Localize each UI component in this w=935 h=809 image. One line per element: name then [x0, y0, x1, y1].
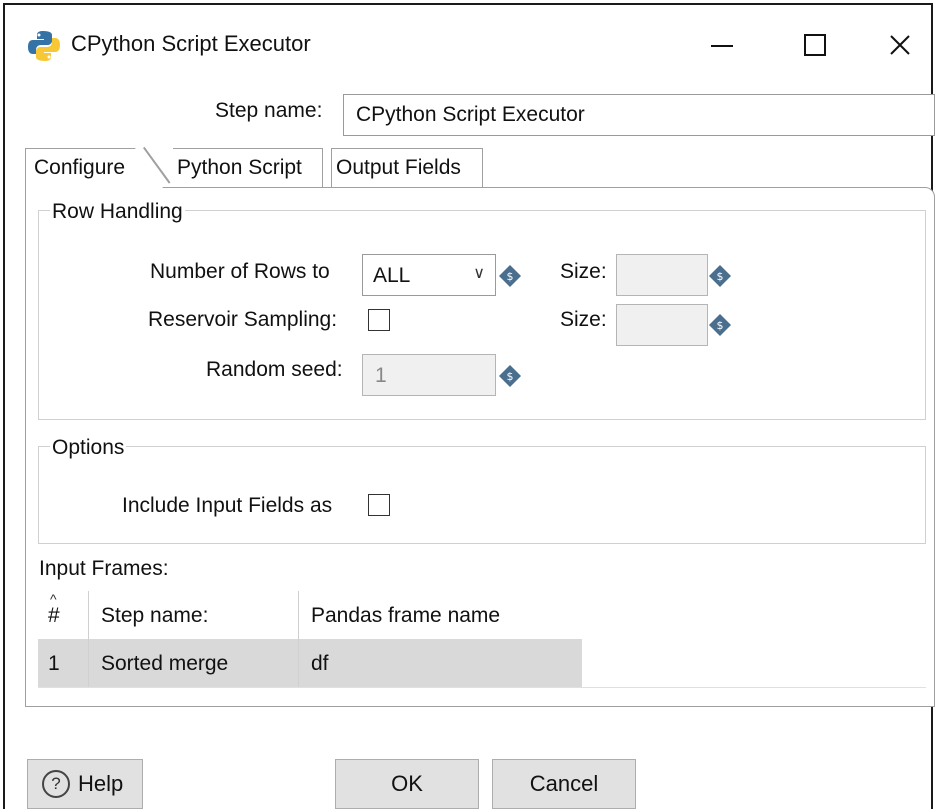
- input-frames-label: Input Frames:: [39, 557, 169, 580]
- size-input-2[interactable]: [616, 304, 708, 346]
- step-name-input[interactable]: CPython Script Executor: [343, 94, 935, 136]
- svg-text:$: $: [717, 270, 724, 283]
- title-bar[interactable]: CPython Script Executor: [5, 5, 931, 81]
- ok-button[interactable]: OK: [335, 759, 479, 809]
- size-label-2: Size:: [560, 308, 607, 331]
- options-legend: Options: [50, 436, 127, 460]
- column-header-step-name[interactable]: Step name:: [88, 591, 298, 639]
- maximize-icon: [804, 34, 826, 56]
- minimize-icon: [711, 45, 733, 47]
- row-step-name: Sorted merge: [88, 639, 298, 687]
- column-header-frame-name[interactable]: Pandas frame name: [298, 591, 582, 639]
- tab-configure[interactable]: Configure: [25, 148, 163, 188]
- random-seed-label: Random seed:: [206, 358, 343, 381]
- window-title: CPython Script Executor: [71, 31, 311, 56]
- variable-icon[interactable]: $: [498, 364, 522, 388]
- column-header-number-label: #: [48, 604, 60, 627]
- svg-text:$: $: [507, 270, 514, 283]
- table-header: ^ # Step name: Pandas frame name: [38, 591, 582, 639]
- row-frame-name[interactable]: df: [298, 639, 582, 687]
- tab-python-script-label: Python Script: [177, 156, 302, 179]
- row-number: 1: [48, 652, 60, 675]
- variable-icon[interactable]: $: [708, 313, 732, 337]
- include-input-fields-checkbox[interactable]: [368, 494, 390, 516]
- row-handling-legend: Row Handling: [50, 200, 185, 224]
- svg-text:$: $: [717, 319, 724, 332]
- dialog-window: CPython Script Executor Step name: CPyth…: [3, 3, 935, 809]
- minimize-button[interactable]: [697, 23, 747, 67]
- include-input-fields-label: Include Input Fields as: [122, 494, 333, 517]
- tab-configure-label: Configure: [34, 156, 126, 179]
- help-button[interactable]: ? Help: [27, 759, 143, 809]
- table-row[interactable]: 1 Sorted merge df: [38, 639, 582, 687]
- rows-to-process-label: Number of Rows to: [150, 260, 330, 283]
- sort-ascending-icon: ^: [50, 591, 57, 607]
- ok-button-label: OK: [391, 771, 423, 796]
- random-seed-input[interactable]: 1: [362, 354, 496, 396]
- reservoir-sampling-checkbox[interactable]: [368, 309, 390, 331]
- chevron-down-icon: ∨: [473, 265, 485, 282]
- close-button[interactable]: [875, 23, 925, 67]
- input-frames-table: ^ # Step name: Pandas frame name 1 Sorte…: [38, 591, 582, 687]
- tab-output-fields[interactable]: Output Fields: [331, 148, 483, 188]
- help-icon: ?: [42, 770, 70, 798]
- size-input-1[interactable]: [616, 254, 708, 296]
- table-divider: [38, 687, 926, 688]
- reservoir-sampling-label: Reservoir Sampling:: [148, 308, 338, 331]
- cancel-button[interactable]: Cancel: [492, 759, 636, 809]
- column-header-number[interactable]: ^ #: [38, 591, 88, 639]
- rows-to-process-select[interactable]: ALL ∨: [362, 254, 496, 296]
- step-name-label: Step name:: [215, 99, 323, 122]
- svg-text:$: $: [507, 370, 514, 383]
- tab-output-fields-label: Output Fields: [336, 156, 461, 179]
- variable-icon[interactable]: $: [708, 264, 732, 288]
- maximize-button[interactable]: [790, 23, 840, 67]
- python-logo-icon: [28, 31, 60, 61]
- cancel-button-label: Cancel: [529, 771, 599, 796]
- help-button-label: Help: [78, 771, 124, 796]
- tab-python-script[interactable]: Python Script: [173, 148, 323, 188]
- rows-to-process-value: ALL: [373, 264, 411, 287]
- close-icon: [890, 35, 910, 55]
- size-label-1: Size:: [560, 260, 607, 283]
- random-seed-value: 1: [375, 364, 387, 387]
- variable-icon[interactable]: $: [498, 264, 522, 288]
